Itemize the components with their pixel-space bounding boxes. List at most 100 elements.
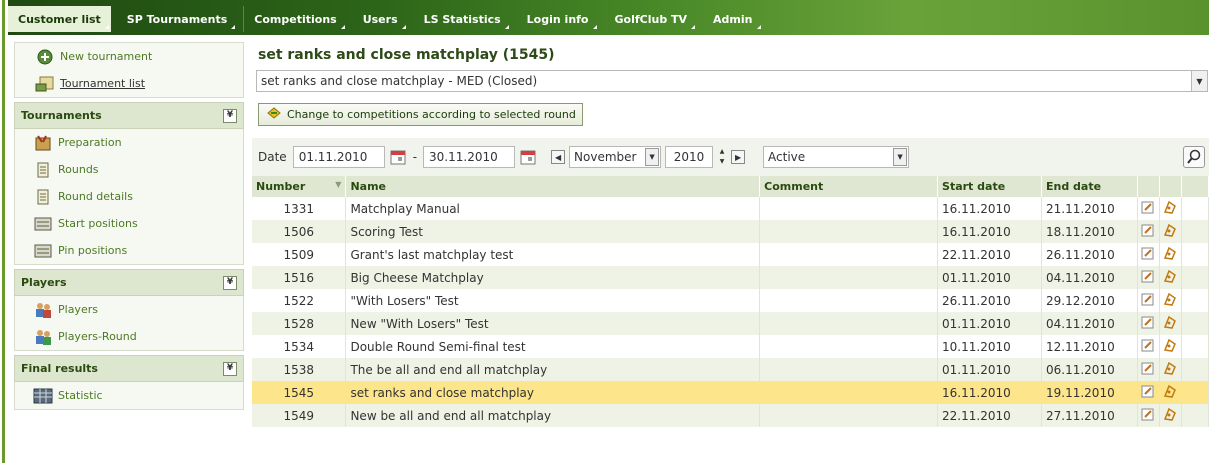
rank-action-icon[interactable]	[1159, 312, 1182, 335]
change-competitions-button[interactable]: Change to competitions according to sele…	[258, 103, 583, 126]
rank-action-icon[interactable]	[1159, 404, 1182, 427]
edit-icon[interactable]	[1137, 266, 1160, 289]
tournament-table: Number ▼ Name Comment Start date End dat…	[252, 176, 1209, 427]
rank-action-icon[interactable]	[1159, 266, 1182, 289]
table-row[interactable]: 1549 New be all and end all matchplay 22.1…	[252, 404, 1209, 427]
sidebar-group-title: Players	[21, 276, 67, 289]
tab-ls-statistics[interactable]: LS Statistics	[414, 6, 511, 32]
edit-icon[interactable]	[1137, 312, 1160, 335]
cell-end-date: 26.11.2010	[1041, 243, 1138, 266]
table-row[interactable]: 1545 set ranks and close matchplay 16.11.2…	[252, 381, 1209, 404]
edit-icon[interactable]	[1137, 381, 1160, 404]
previous-month-icon[interactable]: ◀	[551, 150, 566, 164]
rank-action-icon[interactable]	[1159, 381, 1182, 404]
table-row[interactable]: 1509 Grant's last matchplay test 22.11.201…	[252, 243, 1209, 266]
cell-start-date: 01.11.2010	[937, 358, 1042, 381]
rank-action-icon[interactable]	[1159, 220, 1182, 243]
tab-admin[interactable]: Admin	[703, 6, 762, 32]
search-button[interactable]	[1183, 146, 1205, 168]
sort-desc-icon: ▼	[335, 180, 342, 189]
sidebar-item-statistic[interactable]: Statistic	[15, 382, 243, 409]
table-row[interactable]: 1522 "With Losers" Test 26.11.2010 29.12.20…	[252, 289, 1209, 312]
edit-icon[interactable]	[1137, 289, 1160, 312]
rank-action-icon[interactable]	[1159, 289, 1182, 312]
rank-action-icon[interactable]	[1159, 358, 1182, 381]
table-row[interactable]: 1534 Double Round Semi-final test 10.11.20…	[252, 335, 1209, 358]
sidebar-item-pin-positions[interactable]: Pin positions	[15, 237, 243, 264]
tab-competitions[interactable]: Competitions	[243, 6, 346, 32]
sidebar-item-new-tournament[interactable]: New tournament	[15, 43, 243, 70]
edit-icon[interactable]	[1137, 335, 1160, 358]
year-input[interactable]: 2010	[665, 146, 714, 168]
date-to-input[interactable]: 30.11.2010	[423, 146, 516, 168]
tab-login-info[interactable]: Login info	[517, 6, 599, 32]
collapse-icon[interactable]: ¥	[223, 361, 237, 376]
round-details-icon	[33, 188, 53, 206]
cell-start-date: 16.11.2010	[937, 381, 1042, 404]
column-header-comment[interactable]: Comment	[759, 176, 939, 197]
tab-users[interactable]: Users	[353, 6, 408, 32]
cell-comment	[759, 197, 939, 220]
table-row[interactable]: 1538 The be all and end all matchplay 01.1…	[252, 358, 1209, 381]
tab-customer-list[interactable]: Customer list	[8, 6, 111, 32]
cell-filler	[1181, 335, 1209, 358]
statistic-icon	[33, 387, 53, 405]
sidebar-item-rounds[interactable]: Rounds	[15, 156, 243, 183]
year-spinner-icon[interactable]: ▲ ▼	[715, 147, 729, 167]
next-month-icon[interactable]: ▶	[731, 150, 746, 164]
top-navigation: Customer list SP Tournaments Competition…	[8, 0, 1209, 35]
preparation-icon	[33, 134, 53, 152]
sidebar-item-round-details[interactable]: Round details	[15, 183, 243, 210]
rank-action-icon[interactable]	[1159, 243, 1182, 266]
chevron-down-icon[interactable]: ▼	[1191, 71, 1207, 91]
column-header-name[interactable]: Name	[345, 176, 761, 197]
column-header-start-date[interactable]: Start date	[937, 176, 1042, 197]
rank-action-icon[interactable]	[1159, 335, 1182, 358]
sidebar-item-tournament-list[interactable]: Tournament list	[15, 70, 243, 97]
table-row[interactable]: 1528 New "With Losers" Test 01.11.2010 04.1…	[252, 312, 1209, 335]
cell-end-date: 18.11.2010	[1041, 220, 1138, 243]
month-select[interactable]: November ▼	[569, 146, 662, 168]
calendar-icon[interactable]	[389, 148, 407, 166]
edit-icon[interactable]	[1137, 220, 1160, 243]
chevron-down-icon[interactable]: ▼	[645, 148, 660, 166]
tournament-select[interactable]: set ranks and close matchplay - MED (Clo…	[256, 70, 1208, 92]
table-row[interactable]: 1516 Big Cheese Matchplay 01.11.2010 04.11.…	[252, 266, 1209, 289]
column-header-end-date[interactable]: End date	[1041, 176, 1138, 197]
rank-action-icon[interactable]	[1159, 197, 1182, 220]
collapse-icon[interactable]: ¥	[223, 108, 237, 123]
table-row[interactable]: 1506 Scoring Test 16.11.2010 18.11.2010	[252, 220, 1209, 243]
cell-comment	[759, 358, 939, 381]
cell-name: "With Losers" Test	[345, 289, 761, 312]
table-row[interactable]: 1331 Matchplay Manual 16.11.2010 21.11.2010	[252, 197, 1209, 220]
calendar-icon[interactable]	[519, 148, 537, 166]
collapse-icon[interactable]: ¥	[223, 275, 237, 290]
tab-golfclub-tv[interactable]: GolfClub TV	[605, 6, 698, 32]
sidebar-group-final-results-header[interactable]: Final results ¥	[14, 355, 244, 382]
sidebar-group-players-header[interactable]: Players ¥	[14, 269, 244, 296]
cell-number: 1545	[252, 381, 347, 404]
players-round-icon	[33, 328, 53, 346]
date-from-input[interactable]: 01.11.2010	[292, 146, 385, 168]
date-label: Date	[258, 150, 287, 164]
edit-icon[interactable]	[1137, 243, 1160, 266]
tournament-list-icon	[35, 75, 55, 93]
cell-start-date: 22.11.2010	[937, 404, 1042, 427]
sidebar-item-preparation[interactable]: Preparation	[15, 129, 243, 156]
sidebar-item-start-positions[interactable]: Start positions	[15, 210, 243, 237]
page-title: set ranks and close matchplay (1545)	[258, 47, 555, 63]
status-select[interactable]: Active ▼	[763, 146, 910, 168]
sidebar-group-tournaments-header[interactable]: Tournaments ¥	[14, 102, 244, 129]
edit-icon[interactable]	[1137, 197, 1160, 220]
sidebar-item-players[interactable]: Players	[15, 296, 243, 323]
chevron-down-icon[interactable]: ▼	[893, 148, 908, 166]
cell-start-date: 01.11.2010	[937, 266, 1042, 289]
edit-icon[interactable]	[1137, 358, 1160, 381]
edit-icon[interactable]	[1137, 404, 1160, 427]
column-header-number[interactable]: Number ▼	[252, 176, 347, 197]
tab-sp-tournaments[interactable]: SP Tournaments	[117, 6, 237, 32]
cell-name: Grant's last matchplay test	[345, 243, 761, 266]
sidebar-group-players: Players Players-Round	[14, 296, 244, 351]
date-separator: -	[412, 150, 418, 164]
sidebar-item-players-round[interactable]: Players-Round	[15, 323, 243, 350]
